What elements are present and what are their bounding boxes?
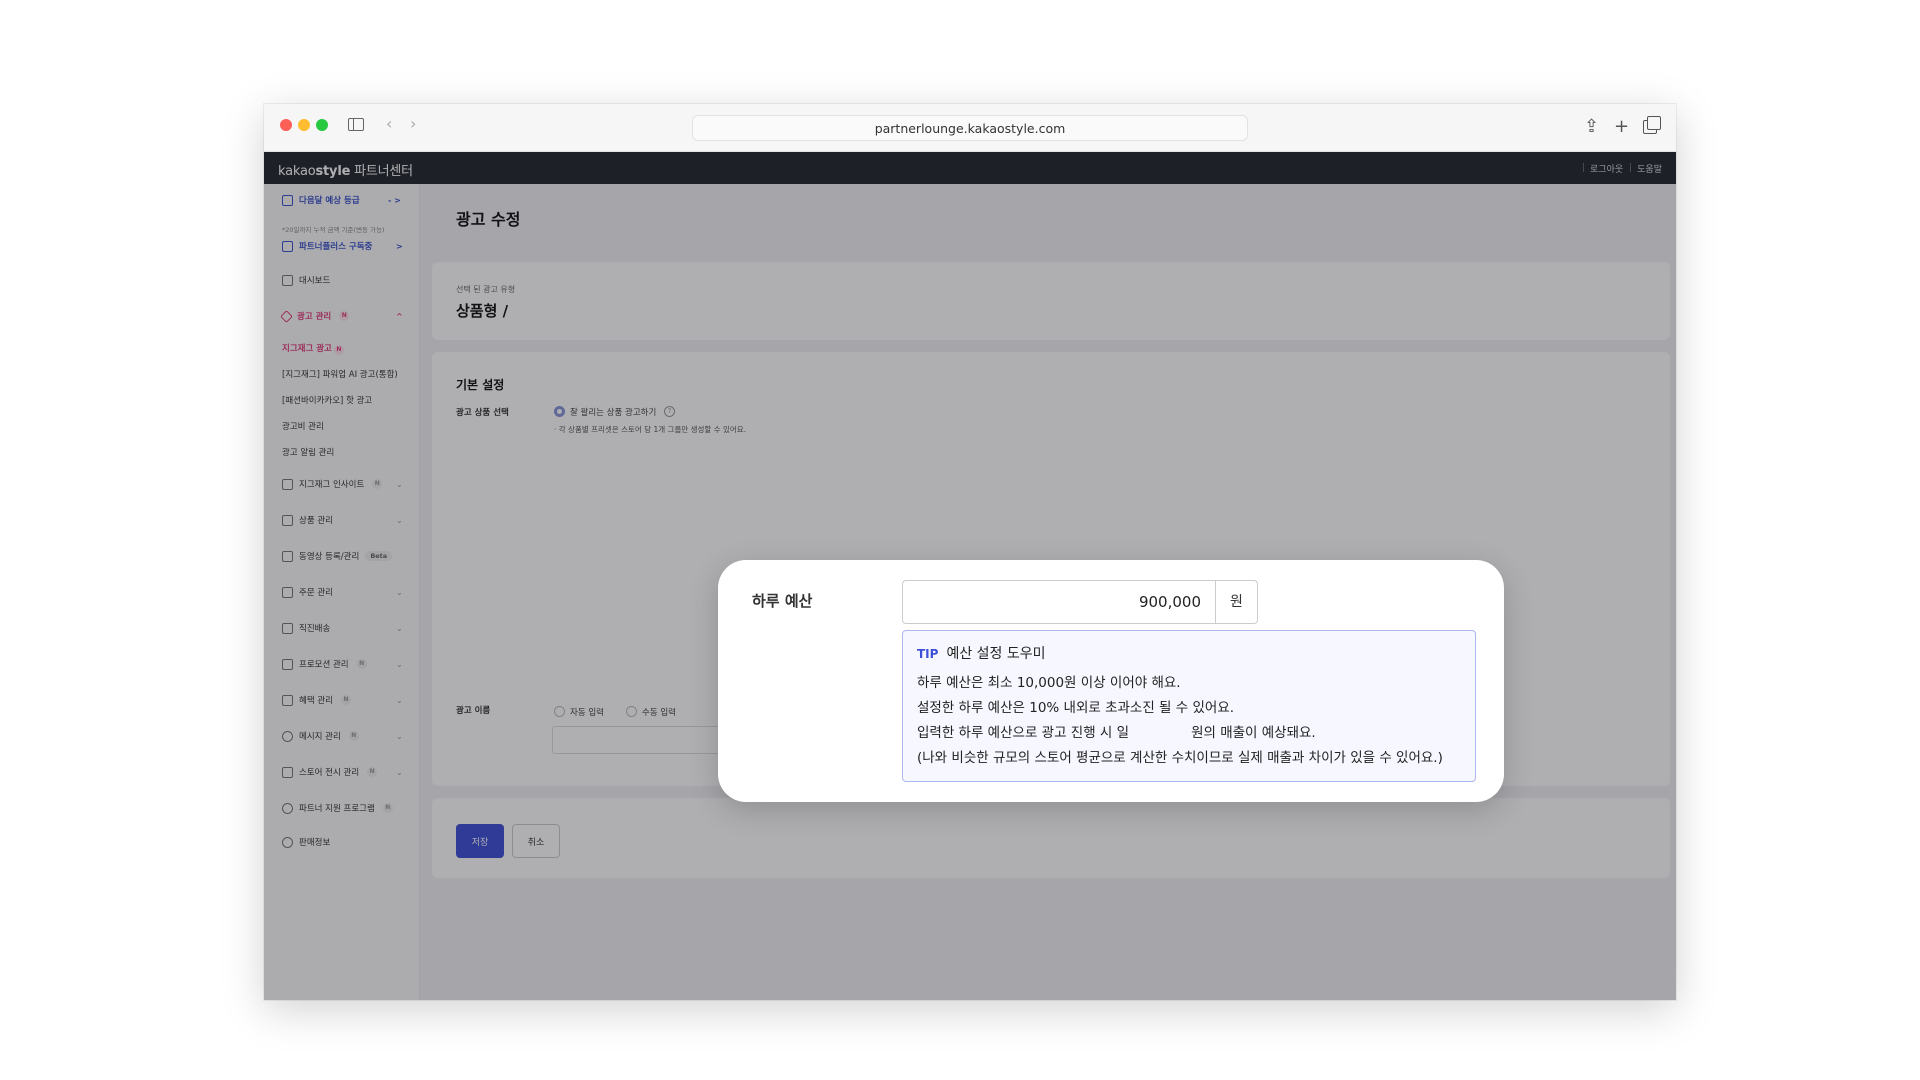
tab-overview-icon[interactable] [1643, 116, 1661, 134]
address-bar[interactable]: partnerlounge.kakaostyle.com [692, 115, 1248, 141]
new-tab-icon[interactable]: + [1614, 116, 1629, 137]
tip-line-overspend: 설정한 하루 예산은 10% 내외로 초과소진 될 수 있어요. [917, 700, 1235, 716]
tip-header: TIP 예산 설정 도우미 [917, 643, 1461, 663]
currency-unit: 원 [1215, 581, 1257, 623]
forward-icon[interactable]: › [410, 114, 416, 133]
close-window-button[interactable] [280, 119, 292, 131]
tip-line-expected: 입력한 하루 예산으로 광고 진행 시 일 원의 매출이 예상돼요. [917, 725, 1316, 741]
sidebar-toggle-icon[interactable] [348, 118, 364, 131]
tip-line-min: 하루 예산은 최소 10,000원 이상 이어야 해요. [917, 675, 1181, 691]
minimize-window-button[interactable] [298, 119, 310, 131]
back-icon[interactable]: ‹ [386, 114, 392, 133]
tip-line-disclaimer: (나와 비슷한 규모의 스토어 평균으로 계산한 수치이므로 실제 매출과 차이… [917, 750, 1443, 766]
daily-budget-input[interactable] [903, 581, 1215, 623]
tip-title: 예산 설정 도우미 [946, 646, 1046, 662]
browser-window: ‹ › partnerlounge.kakaostyle.com ⇪ + kak… [264, 104, 1676, 1000]
daily-budget-label: 하루 예산 [752, 592, 813, 610]
daily-budget-field: 원 [902, 580, 1258, 624]
share-icon[interactable]: ⇪ [1584, 116, 1599, 137]
budget-tip-box: TIP 예산 설정 도우미 하루 예산은 최소 10,000원 이상 이어야 해… [902, 630, 1476, 782]
tip-tag: TIP [917, 647, 939, 661]
browser-toolbar: ‹ › partnerlounge.kakaostyle.com ⇪ + [264, 104, 1676, 152]
daily-budget-panel: 하루 예산 원 TIP 예산 설정 도우미 하루 예산은 최소 10,000원 … [718, 560, 1504, 802]
zoom-window-button[interactable] [316, 119, 328, 131]
